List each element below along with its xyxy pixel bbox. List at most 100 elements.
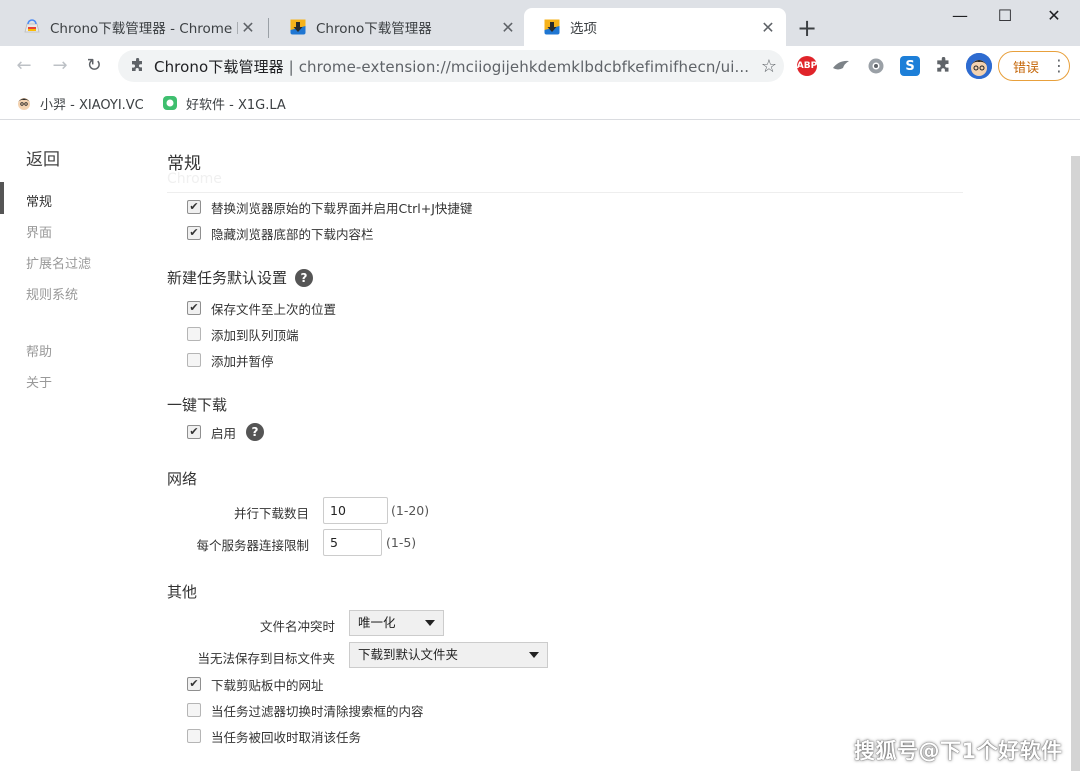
bookmark-x1g[interactable]: 好软件 - X1G.LA — [162, 93, 286, 113]
checkbox-unchecked[interactable] — [187, 703, 201, 717]
chevron-down-icon — [529, 652, 539, 658]
tab-title: 选项 — [570, 21, 597, 37]
address-separator: | — [288, 57, 294, 76]
option-add-to-queue-top[interactable]: 添加到队列顶端 — [187, 325, 299, 343]
option-one-click-enable[interactable]: ✔ 启用 ? — [187, 423, 265, 441]
chrono-download-icon — [544, 19, 560, 35]
section-title-network: 网络 — [167, 468, 197, 489]
checkbox-unchecked[interactable] — [187, 327, 201, 341]
help-icon[interactable]: ? — [295, 268, 314, 287]
option-download-clipboard-url[interactable]: ✔ 下载剪贴板中的网址 — [187, 675, 324, 693]
watermark: 搜狐号@下1个好软件 — [854, 739, 1063, 763]
option-label: 替换浏览器原始的下载界面并启用Ctrl+J快捷键 — [211, 200, 473, 216]
bookmark-xiaoyi[interactable]: 小羿 - XIAOYI.VC — [16, 93, 144, 113]
ghost-text: Chrome — [167, 171, 222, 187]
filename-conflict-label: 文件名冲突时 — [259, 619, 335, 634]
options-page: 返回 常规 界面 扩展名过滤 规则系统 帮助 关于 常规 Chrome ✔ 替换… — [0, 121, 1080, 771]
more-menu-icon[interactable]: ⋮ — [1051, 58, 1067, 74]
address-url: chrome-extension://mciiogijehkdemklbdcbf… — [298, 57, 750, 76]
tab-chrono[interactable]: Chrono下载管理器 ✕ — [270, 8, 526, 46]
option-label: 下载剪贴板中的网址 — [211, 677, 324, 693]
cannot-save-label: 当无法保存到目标文件夹 — [197, 651, 335, 666]
error-label: 错误 — [1013, 60, 1040, 76]
option-label: 添加并暂停 — [211, 353, 274, 369]
checkbox-checked[interactable]: ✔ — [187, 226, 201, 240]
tab-options[interactable]: 选项 ✕ — [524, 8, 786, 46]
chevron-down-icon — [425, 620, 435, 626]
checkbox-unchecked[interactable] — [187, 729, 201, 743]
close-icon[interactable]: ✕ — [498, 17, 518, 37]
option-label: 添加到队列顶端 — [211, 327, 299, 343]
per-server-limit-label: 每个服务器连接限制 — [196, 538, 309, 553]
option-label: 隐藏浏览器底部的下载内容栏 — [211, 226, 374, 242]
checkbox-checked[interactable]: ✔ — [187, 425, 201, 439]
checkbox-checked[interactable]: ✔ — [187, 301, 201, 315]
checkbox-checked[interactable]: ✔ — [187, 200, 201, 214]
address-text: Chrono下载管理器 | chrome-extension://mciiogi… — [154, 56, 754, 77]
back-arrow-icon[interactable]: ← — [12, 54, 36, 78]
section-title-other: 其他 — [167, 581, 197, 602]
select-value: 唯一化 — [358, 615, 396, 630]
minimize-icon[interactable]: — — [937, 6, 983, 28]
option-add-and-pause[interactable]: 添加并暂停 — [187, 351, 274, 369]
shield-extension-icon[interactable] — [866, 56, 886, 76]
browser-toolbar: ← → ↻ Chrono下载管理器 | chrome-extension://m… — [0, 46, 1080, 86]
option-clear-search-on-filter[interactable]: 当任务过滤器切换时清除搜索框的内容 — [187, 701, 424, 719]
cannot-save-select[interactable]: 下载到默认文件夹 — [349, 642, 548, 668]
s-extension-icon[interactable]: S — [900, 56, 920, 76]
error-button[interactable]: 错误 ⋮ — [998, 51, 1070, 81]
divider — [167, 192, 963, 193]
adblock-icon[interactable]: ABP — [797, 56, 817, 76]
close-icon[interactable]: ✕ — [758, 17, 778, 37]
puzzle-extensions-icon[interactable] — [934, 56, 954, 76]
chrono-download-icon — [290, 19, 306, 35]
option-label: 当任务过滤器切换时清除搜索框的内容 — [211, 703, 424, 719]
close-icon[interactable]: ✕ — [238, 17, 258, 37]
profile-avatar[interactable] — [966, 53, 992, 79]
site-name: Chrono下载管理器 — [154, 57, 284, 76]
per-server-limit-range: (1-5) — [386, 535, 417, 550]
extension-puzzle-icon — [130, 58, 146, 74]
bookmarks-bar: 小羿 - XIAOYI.VC 好软件 - X1G.LA — [0, 86, 1080, 120]
checkbox-unchecked[interactable] — [187, 353, 201, 367]
per-server-limit-input[interactable]: 5 — [323, 529, 382, 556]
checkbox-checked[interactable]: ✔ — [187, 677, 201, 691]
bookmark-label: 好软件 - X1G.LA — [186, 97, 286, 113]
parallel-downloads-range: (1-20) — [391, 503, 430, 518]
section-title-text: 其他 — [167, 583, 198, 601]
parallel-downloads-label: 并行下载数目 — [233, 506, 309, 521]
bookmark-label: 小羿 - XIAOYI.VC — [40, 97, 144, 113]
tab-divider — [268, 18, 269, 38]
option-replace-download-ui[interactable]: ✔ 替换浏览器原始的下载界面并启用Ctrl+J快捷键 — [187, 198, 472, 216]
maximize-icon[interactable]: ☐ — [982, 6, 1028, 28]
tab-title: Chrono下载管理器 — [316, 21, 432, 37]
section-title-text: 新建任务默认设置 — [167, 269, 288, 287]
leaf-logo-icon — [162, 95, 178, 111]
new-tab-plus-icon[interactable]: + — [794, 16, 820, 42]
section-title-text: 网络 — [167, 470, 198, 488]
avatar-icon — [16, 95, 32, 111]
help-icon[interactable]: ? — [246, 423, 265, 441]
option-hide-download-bar[interactable]: ✔ 隐藏浏览器底部的下载内容栏 — [187, 224, 374, 242]
option-save-last-location[interactable]: ✔ 保存文件至上次的位置 — [187, 299, 336, 317]
tab-strip: Chrono下载管理器 - Chrome 网 ✕ Chrono下载管理器 ✕ 选… — [0, 0, 1080, 46]
forward-arrow-icon[interactable]: → — [48, 54, 72, 78]
page-scrollbar[interactable] — [1071, 156, 1080, 771]
bird-extension-icon[interactable] — [831, 56, 851, 76]
tab-title: Chrono下载管理器 - Chrome 网 — [50, 21, 238, 37]
chrome-web-store-icon — [24, 19, 40, 35]
bookmark-star-icon[interactable]: ☆ — [754, 56, 784, 77]
option-label: 启用 — [211, 425, 237, 441]
address-bar[interactable]: Chrono下载管理器 | chrome-extension://mciiogi… — [118, 50, 784, 82]
option-cancel-on-recycle[interactable]: 当任务被回收时取消该任务 — [187, 727, 361, 745]
select-value: 下载到默认文件夹 — [358, 647, 459, 662]
option-label: 保存文件至上次的位置 — [211, 301, 337, 317]
filename-conflict-select[interactable]: 唯一化 — [349, 610, 444, 636]
option-label: 当任务被回收时取消该任务 — [211, 729, 362, 745]
reload-icon[interactable]: ↻ — [82, 54, 106, 78]
options-content: 常规 Chrome ✔ 替换浏览器原始的下载界面并启用Ctrl+J快捷键 ✔ 隐… — [0, 121, 1080, 771]
window-close-icon[interactable]: ✕ — [1031, 6, 1077, 28]
tab-chrome-web-store[interactable]: Chrono下载管理器 - Chrome 网 ✕ — [4, 8, 266, 46]
parallel-downloads-input[interactable]: 10 — [323, 497, 388, 524]
section-title-text: 一键下载 — [167, 396, 228, 414]
